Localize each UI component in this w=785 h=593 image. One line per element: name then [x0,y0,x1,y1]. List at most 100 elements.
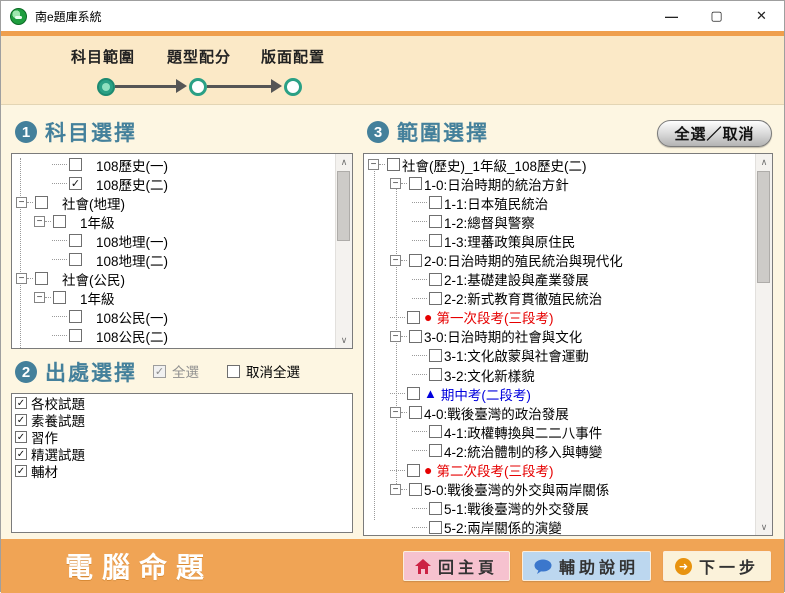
tree-checkbox[interactable] [429,368,442,381]
tree-connector [379,164,385,165]
tree-node-label[interactable]: 3-2:文化新樣貌 [444,365,535,385]
tree-checkbox[interactable] [35,196,48,209]
tree-node-label[interactable]: 第一次段考(三段考) [436,307,553,327]
tree-checkbox[interactable] [35,272,48,285]
home-button[interactable]: 回主頁 [403,551,510,581]
scroll-thumb[interactable] [337,171,350,241]
tree-node-label[interactable]: 社會(地理) [62,193,125,213]
tree-node-label[interactable]: 期中考(二段考) [441,384,531,404]
tree-node-label[interactable]: 108公民(二) [96,326,168,346]
source-checkbox[interactable]: ✓ [15,448,27,460]
tree-checkbox[interactable] [69,310,82,323]
tree-node-label[interactable]: 5-0:戰後臺灣的外交與兩岸關係 [424,479,609,499]
help-button[interactable]: 輔助說明 [522,551,651,581]
tree-node-label[interactable]: 4-0:戰後臺灣的政治發展 [424,403,569,423]
tree-checkbox[interactable] [69,234,82,247]
next-step-button[interactable]: ➜下一步 [663,551,771,581]
subject-tree-scrollbar[interactable]: ∧ ∨ [335,154,352,348]
expander-icon[interactable]: − [34,216,45,227]
expander-icon[interactable]: − [34,292,45,303]
tree-checkbox[interactable] [409,483,422,496]
expander-icon[interactable]: − [390,407,401,418]
tree-checkbox[interactable] [407,311,420,324]
tree-checkbox[interactable] [69,158,82,171]
range-tree-box: −社會(歷史)_1年級_108歷史(二)−1-0:日治時期的統治方針1-1:日本… [363,153,773,536]
source-checkbox[interactable]: ✓ [15,414,27,426]
tree-node-label[interactable]: 2-0:日治時期的殖民統治與現代化 [424,250,623,270]
tree-checkbox[interactable] [429,196,442,209]
tree-node-label[interactable]: 1年級 [80,212,115,232]
tree-checkbox[interactable] [409,406,422,419]
tree-checkbox[interactable] [429,215,442,228]
maximize-button[interactable]: ▢ [694,1,739,31]
tree-node-label[interactable]: 2-2:新式教育貫徹殖民統治 [444,288,602,308]
tree-node-label[interactable]: 108公民(一) [96,307,168,327]
footer-button-label: 輔助說明 [559,554,639,578]
tree-checkbox[interactable] [409,177,422,190]
tree-checkbox[interactable] [429,521,442,534]
tree-node-label[interactable]: 社會(歷史)_1年級_108歷史(二) [402,155,587,175]
expander-icon[interactable]: − [16,197,27,208]
tree-node-label[interactable]: 社會(公民) [62,269,125,289]
tree-node-label[interactable]: 108歷史(一) [96,155,168,175]
tree-node-label[interactable]: 4-1:政權轉換與二二八事件 [444,422,602,442]
tree-checkbox[interactable] [429,444,442,457]
tree-node-label[interactable]: 1-1:日本殖民統治 [444,193,548,213]
tree-checkbox[interactable] [429,292,442,305]
expander-icon[interactable]: − [390,331,401,342]
tree-node-label[interactable]: 108地理(一) [96,231,168,251]
tree-checkbox[interactable] [53,291,66,304]
tree-checkbox[interactable] [409,330,422,343]
tree-node-label[interactable]: 5-2:兩岸關係的演變 [444,517,562,535]
minimize-button[interactable]: — [649,1,694,31]
footer-button-label: 回主頁 [438,554,498,578]
tree-node-label[interactable]: 1年級 [80,288,115,308]
select-all-toggle-button[interactable]: 全選／取消 [657,120,772,147]
tree-checkbox[interactable] [429,234,442,247]
step-circle-3[interactable] [284,78,302,96]
expander-icon[interactable]: − [390,255,401,266]
scroll-thumb[interactable] [757,171,770,283]
tree-checkbox[interactable] [429,502,442,515]
scroll-up-icon[interactable]: ∧ [336,154,352,170]
tree-checkbox[interactable] [429,425,442,438]
scroll-down-icon[interactable]: ∨ [336,332,352,348]
tree-node-label[interactable]: 108地理(二) [96,250,168,270]
scroll-up-icon[interactable]: ∧ [756,154,772,170]
tree-checkbox[interactable] [387,158,400,171]
expander-icon[interactable]: − [368,159,379,170]
tree-checkbox[interactable] [407,387,420,400]
tree-node-label[interactable]: 3-0:日治時期的社會與文化 [424,326,582,346]
step-circle-2[interactable] [189,78,207,96]
tree-checkbox[interactable]: ✓ [69,177,82,190]
source-checkbox[interactable]: ✓ [15,431,27,443]
tree-checkbox[interactable] [429,273,442,286]
scroll-down-icon[interactable]: ∨ [756,519,772,535]
source-checkbox[interactable]: ✓ [15,397,27,409]
tree-checkbox[interactable] [409,254,422,267]
tree-node-label[interactable]: 3-1:文化啟蒙與社會運動 [444,345,589,365]
tree-node-label[interactable]: 1-2:總督與警察 [444,212,535,232]
tree-checkbox[interactable] [69,253,82,266]
tree-checkbox[interactable] [69,329,82,342]
expander-icon[interactable]: − [390,178,401,189]
tree-node-label[interactable]: 1-0:日治時期的統治方針 [424,174,569,194]
select-all-checkbox[interactable]: ✓ [153,365,166,378]
tree-checkbox[interactable] [53,215,66,228]
source-checkbox[interactable]: ✓ [15,465,27,477]
expander-icon[interactable]: − [390,484,401,495]
tree-node-label[interactable]: 108歷史(二) [96,174,168,194]
tree-node-label[interactable]: 5-1:戰後臺灣的外交發展 [444,498,589,518]
tree-node-label[interactable]: 4-2:統治體制的移入與轉變 [444,441,602,461]
expander-icon[interactable]: − [16,273,27,284]
step-circle-1[interactable] [97,78,115,96]
tree-node-label[interactable]: 第二次段考(三段考) [436,460,553,480]
range-tree-scrollbar[interactable]: ∧ ∨ [755,154,772,535]
close-button[interactable]: ✕ [739,1,784,31]
tree-checkbox[interactable] [407,464,420,477]
tree-node-label[interactable]: 2-1:基礎建設與產業發展 [444,269,589,289]
deselect-all-checkbox[interactable] [227,365,240,378]
tree-node-label[interactable]: 1-3:理蕃政策與原住民 [444,231,575,251]
tree-node-label[interactable]: 歷屆試題 [62,345,116,349]
tree-checkbox[interactable] [429,349,442,362]
